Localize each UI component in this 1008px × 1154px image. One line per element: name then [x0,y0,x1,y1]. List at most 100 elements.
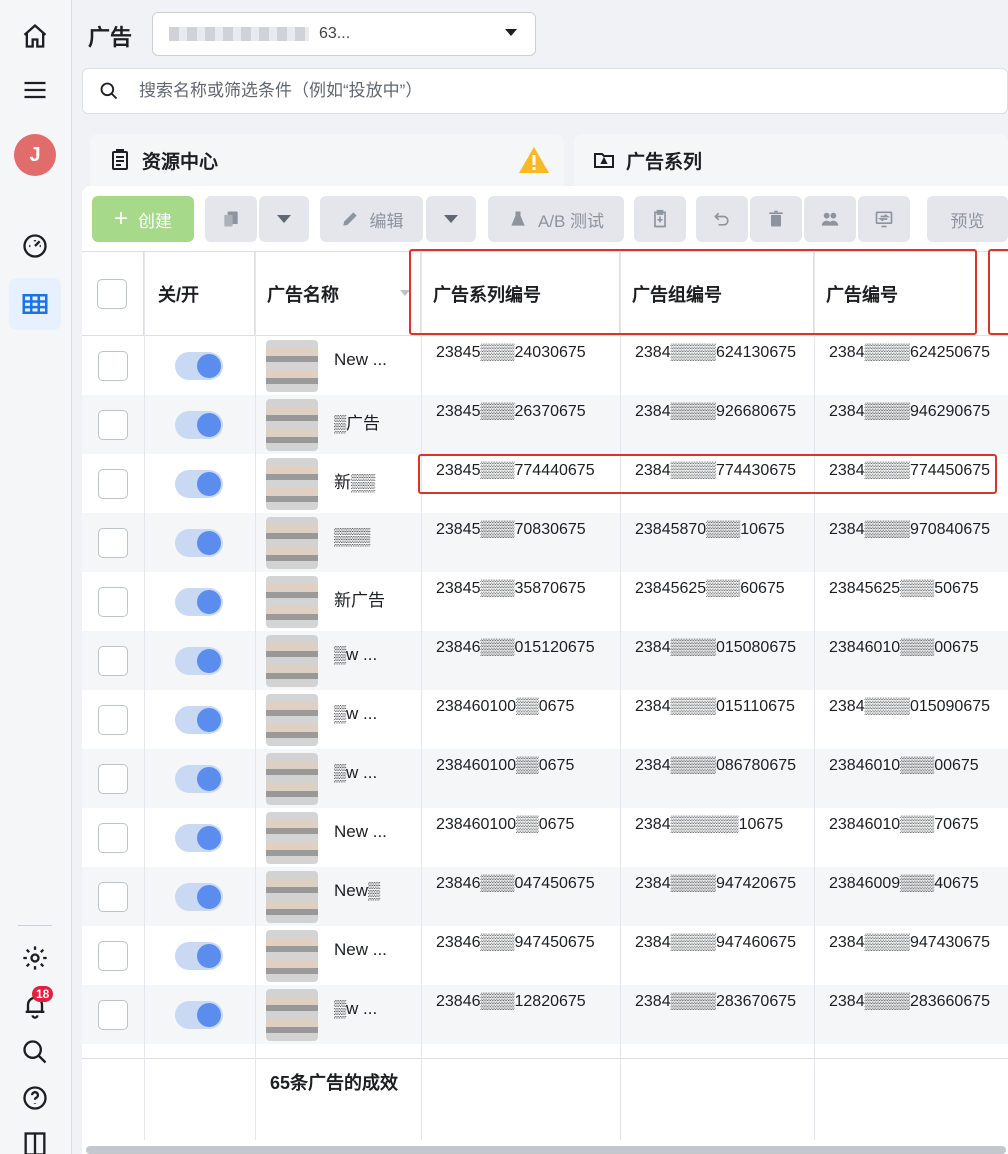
ad-name-link[interactable]: ▒w ... [334,704,377,724]
ab-test-button[interactable]: A/B 测试 [488,196,624,242]
row-checkbox[interactable] [98,822,128,853]
row-checkbox[interactable] [98,881,128,912]
ad-status-toggle[interactable] [175,352,223,380]
clipboard-button[interactable] [634,196,686,242]
tab-resource-center[interactable]: 资源中心 [90,134,564,186]
warning-icon[interactable] [518,146,550,174]
ad-thumbnail[interactable] [266,576,318,628]
search-icon[interactable] [17,1034,53,1070]
table-row[interactable]: 新广告 23845▒▒▒35870675 23845625▒▒▒60675 23845… [82,572,1008,631]
preview-button[interactable]: 预览 [927,196,1008,242]
dashboard-gauge-icon[interactable] [17,228,53,264]
table-row[interactable]: ▒广告 23845▒▒▒26370675 2384▒▒▒▒926680675 2384… [82,395,1008,454]
ad-name-link[interactable]: ▒▒▒ [334,527,370,547]
compare-button[interactable] [858,196,910,242]
ad-status-toggle[interactable] [175,470,223,498]
table-row[interactable]: ▒w ... 23846▒▒▒015120675 2384▒▒▒▒015080675… [82,631,1008,690]
search-bar[interactable] [82,68,1008,114]
row-checkbox[interactable] [98,468,128,499]
ad-thumbnail[interactable] [266,399,318,451]
ad-id-cell: 2384▒▒▒▒947430675 [829,934,991,951]
table-row[interactable]: New ... 23846▒▒▒947450675 2384▒▒▒▒94746067… [82,926,1008,985]
menu-icon[interactable] [17,72,53,108]
edit-button[interactable]: 编辑 [320,196,423,242]
table-row[interactable]: New ... 23845▒▒▒24030675 2384▒▒▒▒624130675… [82,336,1008,395]
home-icon[interactable] [17,18,53,54]
toggle-knob [197,472,221,496]
ads-manager-table-icon[interactable] [9,278,61,330]
report-icon[interactable] [17,1126,53,1154]
ad-thumbnail[interactable] [266,635,318,687]
audience-button[interactable] [804,196,856,242]
row-checkbox[interactable] [98,409,128,440]
table-row[interactable]: ▒▒▒ 23845▒▒▒70830675 23845870▒▒▒10675 2384▒… [82,513,1008,572]
tab-campaigns[interactable]: 广告系列 [574,134,1008,186]
adset-id-cell: 2384▒▒▒▒283670675 [635,993,797,1010]
adset-id-cell: 23845625▒▒▒60675 [635,580,785,597]
row-checkbox[interactable] [98,763,128,794]
edit-dropdown-button[interactable] [426,196,476,242]
account-selector[interactable]: 63... [152,12,536,56]
row-checkbox[interactable] [98,940,128,971]
table-row[interactable]: New▒ 23846▒▒▒047450675 2384▒▒▒▒947420675 23… [82,867,1008,926]
delete-button[interactable] [750,196,802,242]
ad-thumbnail[interactable] [266,871,318,923]
ad-thumbnail[interactable] [266,753,318,805]
row-checkbox[interactable] [98,645,128,676]
create-button[interactable]: + 创建 [92,196,194,242]
ad-status-toggle[interactable] [175,529,223,557]
select-all-checkbox[interactable] [97,279,127,309]
row-checkbox[interactable] [98,586,128,617]
toggle-knob [197,1003,221,1027]
undo-button[interactable] [696,196,748,242]
ad-name-link[interactable]: New▒ [334,881,380,901]
ad-status-toggle[interactable] [175,1001,223,1029]
horizontal-scrollbar[interactable] [86,1146,1006,1154]
ad-thumbnail[interactable] [266,340,318,392]
toggle-knob [197,944,221,968]
ad-name-link[interactable]: ▒w ... [334,999,377,1019]
ad-status-toggle[interactable] [175,765,223,793]
ad-thumbnail[interactable] [266,517,318,569]
ad-status-toggle[interactable] [175,647,223,675]
ad-status-toggle[interactable] [175,706,223,734]
ad-status-toggle[interactable] [175,824,223,852]
row-checkbox[interactable] [98,704,128,735]
row-checkbox[interactable] [98,350,128,381]
preview-label: 预览 [950,211,985,231]
ad-thumbnail[interactable] [266,458,318,510]
ad-name-link[interactable]: New ... [334,940,387,960]
table-row[interactable]: ▒w ... 238460100▒▒0675 2384▒▒▒▒086780675 23… [82,749,1008,808]
ad-name-link[interactable]: ▒广告 [334,409,380,434]
settings-gear-icon[interactable] [17,940,53,976]
column-header-label: 广告名称 [267,285,339,305]
table-row[interactable]: ▒w ... 23846▒▒▒12820675 2384▒▒▒▒283670675 2… [82,985,1008,1044]
ad-thumbnail[interactable] [266,989,318,1041]
ad-name-link[interactable]: 新▒▒ [334,468,375,493]
help-icon[interactable] [17,1080,53,1116]
duplicate-button[interactable] [205,196,257,242]
duplicate-dropdown-button[interactable] [259,196,309,242]
ad-status-toggle[interactable] [175,411,223,439]
campaign-id-cell: 23845▒▒▒24030675 [436,344,586,361]
row-checkbox[interactable] [98,527,128,558]
ad-name-link[interactable]: ▒w ... [334,645,377,665]
ad-name-link[interactable]: New ... [334,350,387,370]
row-checkbox[interactable] [98,999,128,1030]
search-input[interactable] [139,81,939,101]
ad-thumbnail[interactable] [266,812,318,864]
table-row[interactable]: ▒w ... 238460100▒▒0675 2384▒▒▒▒015110675 23… [82,690,1008,749]
ad-name-link[interactable]: 新广告 [334,586,385,611]
ad-name-link[interactable]: New ... [334,822,387,842]
pencil-icon [342,212,357,226]
table-row[interactable]: New ... 238460100▒▒0675 2384▒▒▒▒▒▒10675 238… [82,808,1008,867]
ad-status-toggle[interactable] [175,942,223,970]
ad-thumbnail[interactable] [266,930,318,982]
ad-name-link[interactable]: ▒w ... [334,763,377,783]
column-header-ad-name[interactable]: 广告名称 [255,252,421,336]
column-header-toggle[interactable]: 关/开 [144,252,255,336]
avatar[interactable]: J [14,134,56,176]
ad-status-toggle[interactable] [175,588,223,616]
ad-status-toggle[interactable] [175,883,223,911]
ad-thumbnail[interactable] [266,694,318,746]
